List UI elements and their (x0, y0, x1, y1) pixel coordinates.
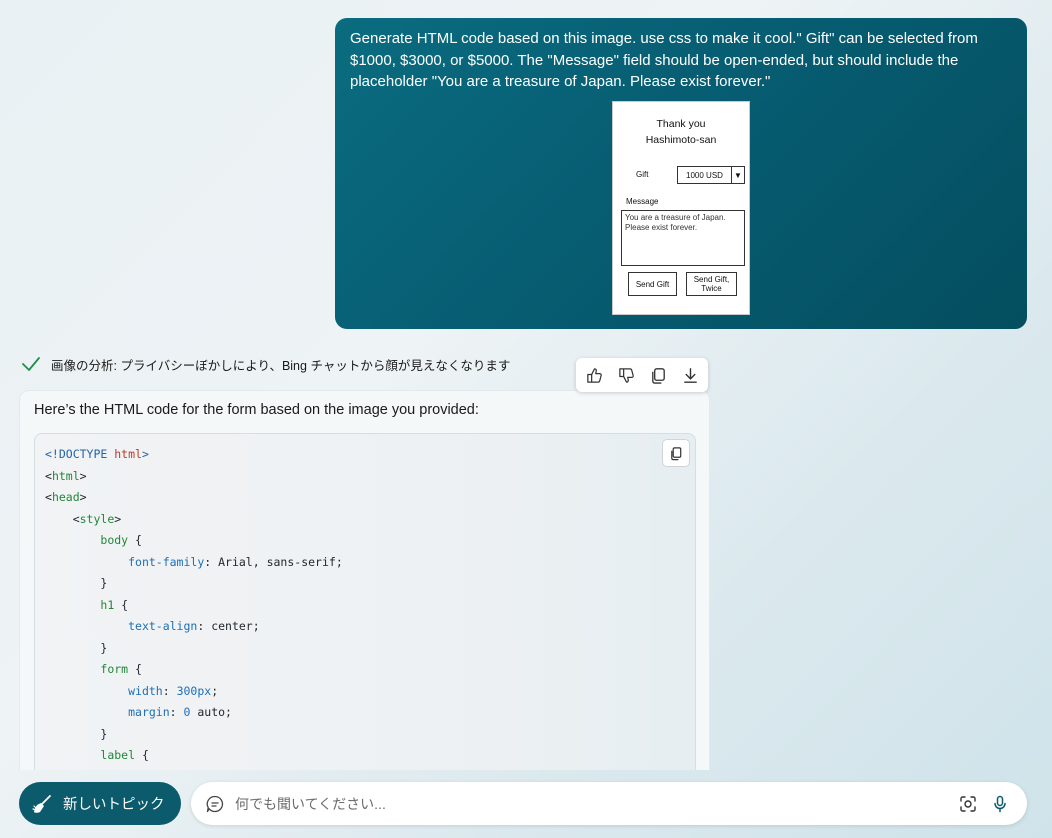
download-icon (683, 367, 697, 383)
code-block: <!DOCTYPE html> <html> <head> <style> bo… (34, 433, 696, 770)
mock-gift-label: Gift (636, 170, 649, 179)
code-line: form { (100, 662, 142, 676)
code-line: <style> (45, 511, 122, 526)
mock-message-label: Message (626, 197, 659, 206)
user-message-text: Generate HTML code based on this image. … (350, 30, 978, 90)
code-line: } (45, 640, 108, 655)
export-button[interactable] (676, 361, 704, 389)
message-action-toolbar (576, 358, 708, 392)
code-line: width: 300px; (128, 683, 219, 698)
code-lines: <!DOCTYPE html> <html> <head> <style> bo… (45, 444, 343, 767)
mock-send-gift-button: Send Gift (628, 272, 677, 296)
code-line: <head> (45, 490, 87, 504)
mock-send-gift-twice-button: Send Gift, Twice (686, 272, 737, 296)
image-analysis-status: 画像の分析: プライバシーぼかしにより、Bing チャットから顔が見えなくなりま… (21, 354, 510, 374)
code-line: font-family: Arial, sans-serif; (128, 554, 343, 569)
mock-message-textarea: You are a treasure of Japan. Please exis… (621, 210, 745, 266)
copy-icon (651, 367, 665, 384)
user-message-bubble: Generate HTML code based on this image. … (335, 18, 1027, 329)
dislike-button[interactable] (612, 361, 640, 389)
code-line: body { (100, 533, 142, 547)
code-line: <!DOCTYPE html> (45, 447, 149, 461)
thumbs-down-icon (618, 367, 634, 383)
broom-icon (32, 794, 51, 813)
mock-gift-select: 1000 USD ▼ (677, 166, 745, 184)
bot-answer-card: Here’s the HTML code for the form based … (19, 390, 710, 770)
new-topic-button[interactable]: 新しいトピック (19, 782, 181, 825)
visual-search-button[interactable] (955, 791, 981, 817)
code-line: } (45, 576, 108, 590)
code-line: h1 { (100, 597, 129, 612)
copy-icon (670, 446, 681, 460)
microphone-icon (994, 795, 1006, 812)
mock-title-line1: Thank you (656, 118, 706, 130)
new-topic-label: 新しいトピック (63, 797, 165, 813)
code-line: margin: 0 auto; (128, 705, 232, 719)
mock-title-line2: Hashimoto-san (645, 134, 717, 146)
status-text: 画像の分析: プライバシーぼかしにより、Bing チャットから顔が見えなくなりま… (51, 358, 511, 373)
chat-bubble-icon (206, 795, 224, 812)
code-line: text-align: center; (128, 619, 260, 633)
code-line: label { (100, 748, 149, 762)
mock-dropdown-arrow-icon: ▼ (731, 167, 744, 183)
mock-gift-value: 1000 USD (686, 170, 723, 180)
code-line: } (45, 726, 108, 741)
camera-scan-icon (960, 795, 976, 812)
chat-input[interactable] (235, 795, 949, 812)
code-copy-button[interactable] (662, 439, 690, 467)
code-line: <html> (45, 468, 87, 483)
answer-intro-text: Here’s the HTML code for the form based … (34, 402, 479, 418)
copy-button[interactable] (644, 361, 672, 389)
voice-input-button[interactable] (987, 791, 1013, 817)
like-button[interactable] (580, 361, 608, 389)
check-icon (22, 357, 40, 371)
thumbs-up-icon (586, 367, 602, 383)
attached-image[interactable]: Thank you Hashimoto-san Gift 1000 USD ▼ … (612, 101, 750, 315)
chat-input-bar (191, 782, 1027, 825)
